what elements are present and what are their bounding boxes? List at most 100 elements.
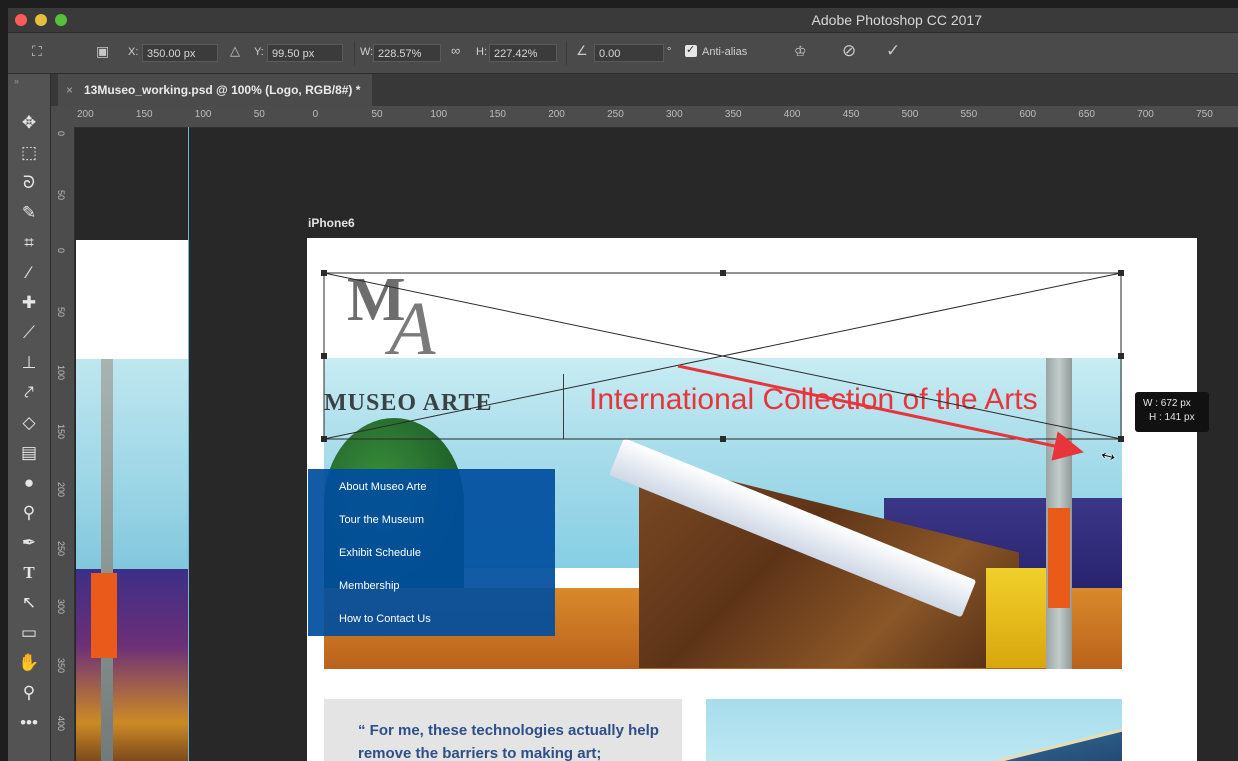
gradient-tool-icon[interactable]: ▤ bbox=[8, 438, 50, 468]
healing-brush-tool-icon[interactable]: ✚ bbox=[8, 288, 50, 318]
close-tab-icon[interactable]: × bbox=[66, 74, 73, 106]
angle-icon: ∠ bbox=[576, 43, 588, 58]
ruler-tick-label: 50 bbox=[56, 189, 66, 200]
artwork-sky bbox=[76, 359, 188, 569]
commit-transform-icon[interactable]: ✓ bbox=[886, 41, 900, 61]
museo-arte-logo[interactable]: M A bbox=[345, 270, 475, 360]
tools-panel: » ✥ ⬚ ᘐ ✎ ⌗ ⁄ ✚ ⟋ ⊥ ⤤ ◇ ▤ ● ⚲ ✒ T ↖ ▭ ✋ … bbox=[8, 74, 51, 761]
artwork-pole bbox=[101, 359, 113, 761]
ruler-tick-label: 0 bbox=[312, 109, 319, 120]
ruler-tick-label: 350 bbox=[724, 109, 742, 120]
document-tab-label: 13Museo_working.psd @ 100% (Logo, RGB/8#… bbox=[84, 83, 361, 97]
panel-grip-icon[interactable]: » bbox=[14, 76, 19, 86]
document-tab[interactable]: × 13Museo_working.psd @ 100% (Logo, RGB/… bbox=[58, 74, 373, 106]
anti-alias-checkbox[interactable] bbox=[685, 43, 697, 57]
ruler-tick-label: 550 bbox=[960, 109, 978, 120]
nav-item-tour[interactable]: Tour the Museum bbox=[339, 514, 424, 526]
h-label: H: bbox=[476, 46, 487, 58]
ruler-tick-label: 650 bbox=[1078, 109, 1095, 120]
rectangle-tool-icon[interactable]: ▭ bbox=[8, 618, 50, 648]
ruler-tick-label: 300 bbox=[56, 599, 66, 615]
ruler-tick-label: 200 bbox=[77, 109, 94, 120]
zoom-window-button[interactable] bbox=[55, 14, 67, 26]
blur-tool-icon[interactable]: ● bbox=[8, 468, 50, 498]
x-field[interactable]: 350.00 px bbox=[142, 44, 218, 62]
move-tool-preset-icon[interactable]: ⛶ bbox=[32, 43, 42, 60]
y-field[interactable]: 99.50 px bbox=[267, 44, 343, 62]
ruler-tick-label: 50 bbox=[253, 109, 265, 120]
zoom-tool-icon[interactable]: ⚲ bbox=[8, 678, 50, 708]
clone-stamp-tool-icon[interactable]: ⊥ bbox=[8, 348, 50, 378]
warp-mode-icon[interactable]: ♔ bbox=[794, 43, 807, 60]
vertical-ruler[interactable]: 0 50 0 50 100 150 200 250 300 350 400 bbox=[51, 127, 75, 761]
ruler-tick-label: 300 bbox=[666, 109, 683, 120]
height-field[interactable]: 227.42% bbox=[489, 44, 557, 62]
secondary-image-train bbox=[984, 724, 1122, 761]
ruler-tick-label: 150 bbox=[135, 109, 153, 120]
close-window-button[interactable] bbox=[15, 14, 27, 26]
brush-tool-icon[interactable]: ⟋ bbox=[8, 318, 50, 348]
eyedropper-tool-icon[interactable]: ⁄ bbox=[8, 258, 50, 288]
quote-text: “ For me, these technologies actually he… bbox=[358, 722, 659, 761]
ruler-tick-label: 100 bbox=[194, 109, 212, 120]
iphone6-artboard[interactable]: M A MUSEO ARTE International Collection … bbox=[307, 238, 1197, 761]
width-field[interactable]: 228.57% bbox=[373, 44, 441, 62]
vertical-guide[interactable] bbox=[188, 127, 189, 761]
move-tool-icon[interactable]: ✥ bbox=[8, 108, 50, 138]
nav-item-about[interactable]: About Museo Arte bbox=[339, 481, 426, 493]
divider bbox=[354, 41, 355, 65]
horizontal-ruler[interactable]: 200 150 100 50 0 50 100 150 200 250 300 350 400 450 50… bbox=[51, 106, 1238, 128]
delta-icon: △ bbox=[230, 43, 240, 58]
document-tab-bar: × 13Museo_working.psd @ 100% (Logo, RGB/… bbox=[8, 74, 1238, 106]
more-tools-icon[interactable]: ••• bbox=[8, 708, 50, 738]
dodge-tool-icon[interactable]: ⚲ bbox=[8, 498, 50, 528]
path-selection-tool-icon[interactable]: ↖ bbox=[8, 588, 50, 618]
lasso-tool-icon[interactable]: ᘐ bbox=[8, 168, 50, 198]
quote-box: “ For me, these technologies actually he… bbox=[324, 699, 682, 761]
nav-item-contact[interactable]: How to Contact Us bbox=[339, 613, 431, 625]
tagline: International Collection of the Arts bbox=[589, 383, 1038, 416]
ruler-tick-label: 250 bbox=[607, 109, 624, 120]
options-bar: ⛶ ▣ X: 350.00 px △ Y: 99.50 px W: 228.57… bbox=[8, 33, 1238, 74]
crop-tool-icon[interactable]: ⌗ bbox=[8, 228, 50, 258]
ruler-tick-label: 200 bbox=[548, 109, 565, 120]
hand-tool-icon[interactable]: ✋ bbox=[8, 648, 50, 678]
ruler-tick-label: 100 bbox=[430, 109, 448, 120]
hero-orange-block bbox=[1048, 508, 1070, 608]
pen-tool-icon[interactable]: ✒ bbox=[8, 528, 50, 558]
type-tool-icon[interactable]: T bbox=[8, 558, 50, 588]
artwork-orange-block bbox=[91, 573, 117, 658]
ruler-tick-label: 0 bbox=[56, 131, 66, 137]
ruler-tick-label: 750 bbox=[1196, 109, 1213, 120]
ruler-tick-label: 0 bbox=[56, 248, 66, 254]
link-icon[interactable]: ∞ bbox=[451, 43, 460, 58]
nav-item-exhibit[interactable]: Exhibit Schedule bbox=[339, 547, 421, 559]
eraser-tool-icon[interactable]: ◇ bbox=[8, 408, 50, 438]
title-bar: Adobe Photoshop CC 2017 bbox=[8, 8, 1238, 33]
angle-field[interactable]: 0.00 bbox=[594, 44, 664, 62]
nav-menu: About Museo Arte Tour the Museum Exhibit… bbox=[308, 469, 555, 636]
ruler-tick-label: 500 bbox=[901, 109, 919, 120]
ruler-tick-label: 150 bbox=[489, 109, 506, 120]
ruler-tick-label: 450 bbox=[842, 109, 860, 120]
ruler-tick-label: 150 bbox=[56, 423, 66, 439]
ruler-tick-label: 250 bbox=[56, 540, 66, 556]
secondary-artboard[interactable] bbox=[76, 240, 188, 761]
marquee-tool-icon[interactable]: ⬚ bbox=[8, 138, 50, 168]
ruler-tick-label: 400 bbox=[783, 109, 801, 120]
w-label: W: bbox=[360, 46, 374, 58]
reference-point-icon[interactable]: ▣ bbox=[96, 43, 109, 60]
history-brush-tool-icon[interactable]: ⤤ bbox=[8, 378, 50, 408]
minimize-window-button[interactable] bbox=[35, 14, 47, 26]
brand-name: MUSEO ARTE bbox=[324, 390, 493, 416]
quick-selection-tool-icon[interactable]: ✎ bbox=[8, 198, 50, 228]
artboard-label[interactable]: iPhone6 bbox=[308, 216, 355, 230]
brand-divider bbox=[563, 374, 564, 439]
cancel-transform-icon[interactable]: ⊘ bbox=[842, 41, 856, 61]
ruler-tick-label: 50 bbox=[56, 306, 66, 317]
degree-symbol: ° bbox=[667, 46, 672, 58]
ruler-tick-label: 100 bbox=[56, 365, 66, 381]
ruler-tick-label: 350 bbox=[56, 657, 66, 673]
nav-item-membership[interactable]: Membership bbox=[339, 580, 400, 592]
logo-letter-a: A bbox=[384, 287, 436, 360]
